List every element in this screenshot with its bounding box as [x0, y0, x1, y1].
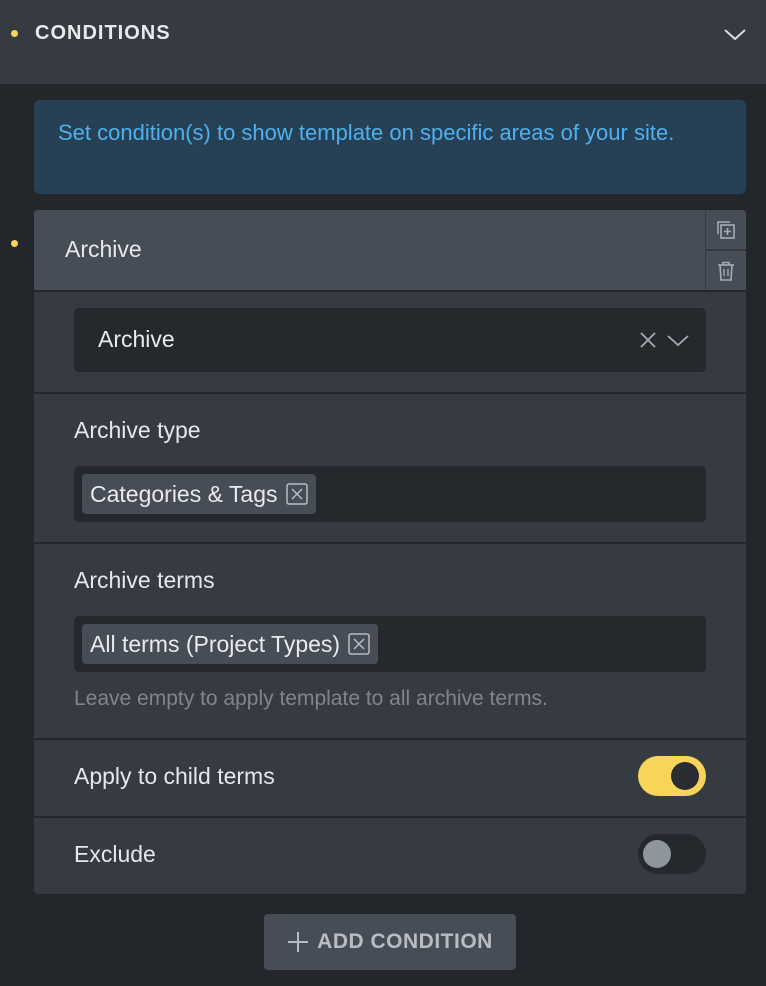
- condition-header[interactable]: Archive: [34, 210, 705, 290]
- exclude-label: Exclude: [74, 841, 156, 867]
- add-condition-button[interactable]: ADD CONDITION: [264, 914, 516, 970]
- exclude-toggle[interactable]: [638, 834, 706, 874]
- indicator-dot: [11, 240, 18, 247]
- duplicate-button[interactable]: [706, 210, 746, 249]
- apply-child-terms-label: Apply to child terms: [74, 763, 275, 789]
- toggle-knob: [671, 762, 699, 790]
- archive-terms-field[interactable]: All terms (Project Types): [74, 616, 706, 672]
- archive-terms-hint: Leave empty to apply template to all arc…: [74, 687, 548, 710]
- apply-child-terms-toggle[interactable]: [638, 756, 706, 796]
- archive-type-tag: Categories & Tags: [82, 474, 316, 514]
- trash-icon: [718, 261, 734, 281]
- chevron-down-icon[interactable]: [722, 24, 748, 44]
- info-message: Set condition(s) to show template on spe…: [34, 100, 746, 194]
- archive-terms-tag: All terms (Project Types): [82, 624, 379, 664]
- tag-label: All terms (Project Types): [90, 630, 341, 657]
- chevron-down-icon[interactable]: [666, 332, 690, 348]
- divider: [34, 738, 746, 740]
- remove-tag-icon[interactable]: [348, 633, 370, 655]
- condition-card: Archive Archive Archive type Categories …: [34, 210, 746, 894]
- divider: [34, 392, 746, 394]
- condition-type-select[interactable]: Archive: [74, 308, 706, 372]
- panel-title: CONDITIONS: [35, 22, 171, 44]
- archive-type-label: Archive type: [74, 417, 201, 443]
- add-condition-label: ADD CONDITION: [317, 930, 493, 953]
- divider: [34, 290, 746, 292]
- conditions-header[interactable]: CONDITIONS: [0, 0, 766, 84]
- plus-icon: [288, 932, 309, 952]
- archive-type-field[interactable]: Categories & Tags: [74, 466, 706, 522]
- divider: [34, 816, 746, 818]
- condition-title: Archive: [65, 236, 142, 262]
- duplicate-icon: [717, 220, 735, 239]
- toggle-knob: [643, 840, 671, 868]
- delete-button[interactable]: [706, 251, 746, 290]
- select-value: Archive: [98, 326, 175, 352]
- clear-icon[interactable]: [638, 330, 658, 350]
- tag-label: Categories & Tags: [90, 480, 278, 507]
- remove-tag-icon[interactable]: [285, 483, 308, 505]
- divider: [34, 542, 746, 544]
- archive-terms-label: Archive terms: [74, 567, 215, 593]
- indicator-dot: [11, 30, 18, 37]
